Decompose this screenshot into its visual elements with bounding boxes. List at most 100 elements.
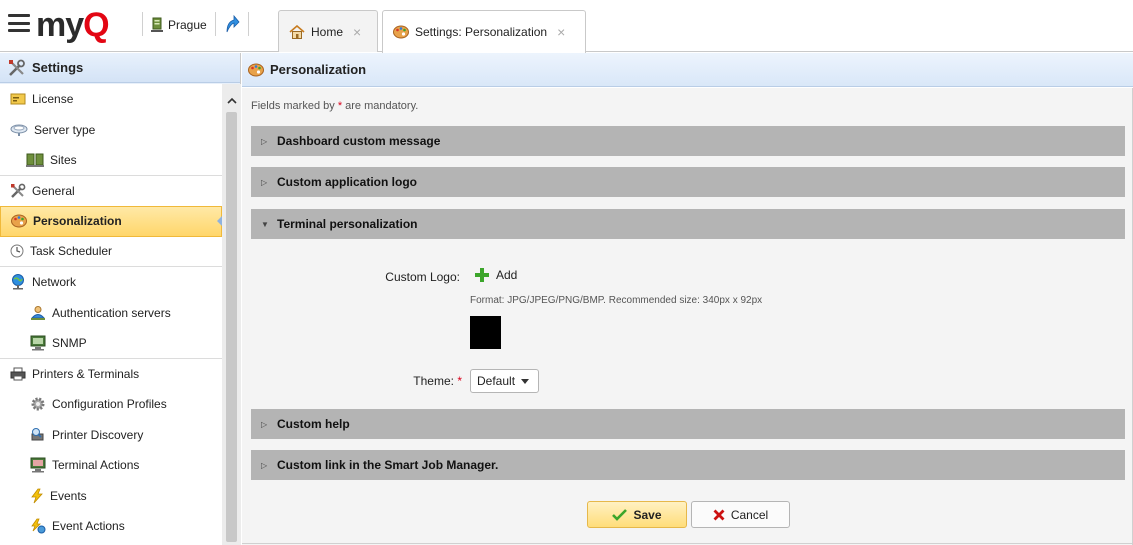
section-custom-help[interactable]: ▷ Custom help (251, 409, 1125, 439)
sidebar-item-snmp[interactable]: SNMP (0, 328, 222, 359)
mandatory-text: Fields marked by (251, 100, 338, 112)
server-name: Prague (168, 18, 207, 32)
sidebar-item-label: Task Scheduler (30, 244, 113, 259)
settings-nav: License Server type Sites General Person… (0, 84, 222, 545)
sidebar-item-label: Sites (50, 152, 77, 167)
sidebar-item-label: Printers & Terminals (32, 366, 140, 381)
sidebar-item-terminal-actions[interactable]: Terminal Actions (0, 450, 222, 481)
sidebar-header: Settings (0, 53, 240, 83)
required-star: * (457, 374, 462, 388)
page-title: Personalization (270, 62, 367, 77)
close-icon (713, 509, 725, 520)
checkmark-icon (612, 508, 628, 521)
logo-preview (470, 316, 501, 349)
tab-settings-personalization[interactable]: Settings: Personalization × (382, 10, 586, 53)
sidebar-item-label: Printer Discovery (52, 427, 144, 442)
lightning-icon (31, 488, 43, 504)
sidebar-item-personalization[interactable]: Personalization (0, 206, 222, 237)
section-terminal-personalization[interactable]: ▼ Terminal personalization (251, 209, 1125, 239)
add-logo-button[interactable]: Add (474, 267, 517, 283)
tools-icon (11, 183, 26, 198)
sidebar-item-printer-discovery[interactable]: Printer Discovery (0, 420, 222, 451)
home-icon (289, 24, 305, 39)
tab-label: Settings: Personalization (415, 25, 548, 39)
sidebar-item-event-actions[interactable]: Event Actions (0, 511, 222, 542)
menu-icon[interactable] (8, 14, 30, 32)
terminal-icon (30, 457, 46, 473)
myq-logo: myQ (36, 6, 110, 44)
section-title: Custom application logo (277, 175, 417, 189)
scroll-up-button[interactable] (222, 92, 241, 108)
discovery-icon (31, 427, 44, 441)
sidebar-item-events[interactable]: Events (0, 481, 222, 512)
chevron-up-icon (226, 97, 237, 104)
plus-icon (475, 268, 489, 282)
divider (242, 543, 1133, 544)
theme-label-text: Theme: (413, 374, 454, 388)
main-panel: Personalization Fields marked by * are m… (242, 53, 1133, 545)
sidebar-item-label: SNMP (52, 335, 87, 350)
sidebar-item-printers-terminals[interactable]: Printers & Terminals (0, 359, 222, 390)
section-custom-application-logo[interactable]: ▷ Custom application logo (251, 167, 1125, 197)
clock-icon (10, 244, 24, 258)
event-action-icon (31, 518, 46, 534)
server-icon (151, 17, 163, 32)
network-icon (12, 274, 24, 290)
settings-form: Fields marked by * are mandatory. ▷ Dash… (242, 88, 1133, 545)
palette-icon (248, 63, 264, 76)
sidebar-item-label: Personalization (33, 214, 122, 229)
close-icon[interactable]: × (353, 24, 361, 40)
sidebar-item-server-type[interactable]: Server type (0, 115, 222, 146)
license-icon (10, 93, 26, 105)
sidebar-item-label: Network (32, 275, 77, 290)
sidebar-item-label: General (32, 183, 75, 198)
server-type-icon (10, 124, 28, 136)
close-icon[interactable]: × (557, 24, 565, 40)
expand-icon: ▷ (261, 419, 268, 429)
sidebar-item-general[interactable]: General (0, 176, 222, 207)
section-title: Custom help (277, 417, 350, 431)
save-label: Save (633, 507, 662, 522)
top-bar: myQ Prague Home × Settings: Personalizat… (0, 0, 1133, 53)
sidebar: Settings License Server type Sites Gener… (0, 53, 241, 545)
palette-icon (393, 25, 409, 39)
custom-logo-label: Custom Logo: (385, 270, 460, 284)
scroll-thumb[interactable] (226, 112, 237, 542)
sites-icon (26, 153, 44, 167)
sidebar-title: Settings (32, 60, 84, 75)
chevron-down-icon (521, 378, 530, 384)
expand-icon: ▷ (261, 177, 268, 187)
divider (215, 12, 216, 36)
server-selector[interactable]: Prague (150, 14, 207, 36)
printer-icon (10, 367, 26, 381)
section-title: Terminal personalization (277, 217, 418, 231)
section-dashboard-custom-message[interactable]: ▷ Dashboard custom message (251, 126, 1125, 156)
sidebar-item-configuration-profiles[interactable]: Configuration Profiles (0, 389, 222, 420)
sidebar-item-label: Authentication servers (52, 305, 171, 320)
sidebar-scrollbar[interactable] (222, 84, 241, 545)
sidebar-item-label: Server type (34, 122, 96, 137)
tab-home[interactable]: Home × (278, 10, 378, 52)
sidebar-item-label: License (32, 92, 74, 107)
theme-select[interactable]: Default (470, 369, 539, 393)
format-hint: Format: JPG/JPEG/PNG/BMP. Recommended si… (470, 295, 763, 306)
sidebar-item-task-scheduler[interactable]: Task Scheduler (0, 237, 222, 267)
sidebar-item-license[interactable]: License (0, 84, 222, 115)
sidebar-item-network[interactable]: Network (0, 267, 222, 298)
sidebar-item-authentication-servers[interactable]: Authentication servers (0, 298, 222, 329)
user-server-icon (30, 305, 46, 320)
monitor-icon (30, 335, 46, 351)
save-button[interactable]: Save (587, 501, 687, 528)
divider (248, 12, 249, 36)
section-custom-link-smart-job-manager[interactable]: ▷ Custom link in the Smart Job Manager. (251, 450, 1125, 480)
theme-value: Default (477, 374, 516, 388)
cancel-button[interactable]: Cancel (691, 501, 790, 528)
upgrade-icon[interactable] (224, 14, 240, 34)
collapse-icon: ▼ (261, 219, 269, 229)
sidebar-item-sites[interactable]: Sites (0, 145, 222, 176)
expand-icon: ▷ (261, 460, 268, 470)
section-title: Custom link in the Smart Job Manager. (277, 458, 499, 472)
gear-icon (31, 397, 45, 411)
sidebar-item-label: Configuration Profiles (52, 397, 167, 412)
add-label: Add (496, 268, 518, 282)
